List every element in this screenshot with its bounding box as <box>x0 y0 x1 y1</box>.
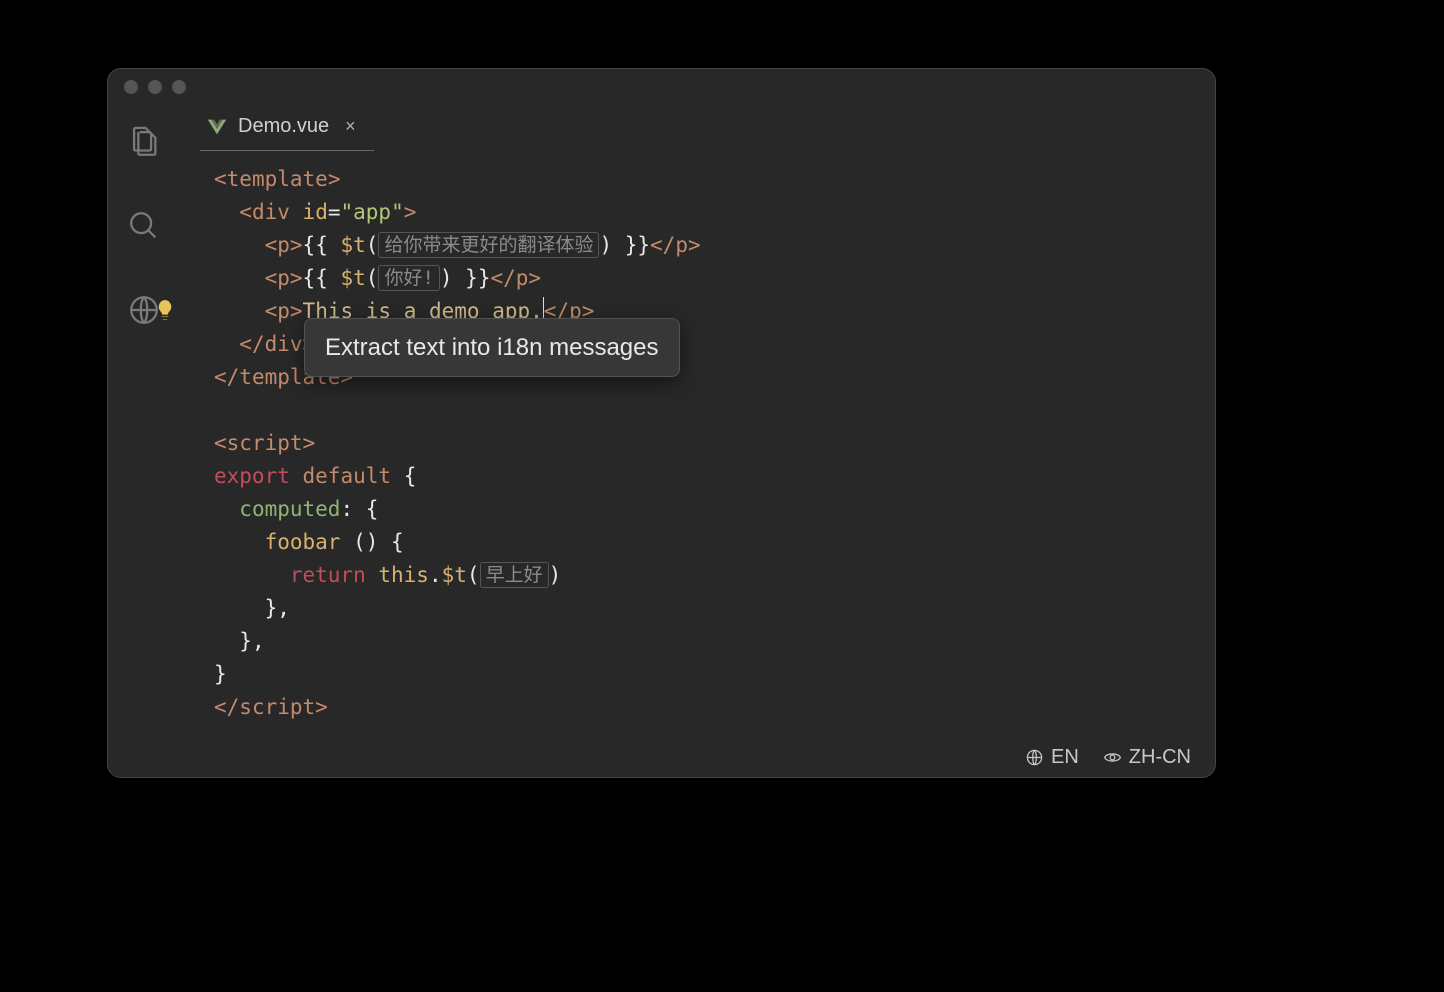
quickfix-menu-item[interactable]: Extract text into i18n messages <box>304 318 680 377</box>
tab-bar: Demo.vue × <box>180 105 1215 151</box>
lightbulb-icon[interactable] <box>152 297 178 323</box>
display-lang-label: ZH-CN <box>1129 746 1191 769</box>
eye-icon <box>1103 748 1122 767</box>
i18n-hint-2[interactable]: 你好! <box>378 265 439 291</box>
status-source-locale[interactable]: EN <box>1025 746 1079 769</box>
titlebar <box>108 69 1215 105</box>
vue-file-icon <box>206 116 228 138</box>
main-area: Demo.vue × <template> <div id="app"> <p>… <box>180 105 1215 777</box>
tab-filename: Demo.vue <box>238 115 329 138</box>
tab-demo-vue[interactable]: Demo.vue × <box>200 105 374 151</box>
template-open-tag: template <box>227 167 328 191</box>
div-open-tag: div <box>252 200 290 224</box>
script-open-tag: script <box>227 431 303 455</box>
maximize-window-button[interactable] <box>172 80 186 94</box>
tab-close-icon[interactable]: × <box>345 116 356 137</box>
source-lang-label: EN <box>1051 746 1079 769</box>
status-bar: EN ZH-CN <box>180 737 1215 777</box>
i18n-hint-3[interactable]: 早上好 <box>480 562 549 588</box>
code-editor[interactable]: <template> <div id="app"> <p>{{ $t(给你带来更… <box>180 151 1215 737</box>
activity-bar <box>108 105 180 777</box>
explorer-icon[interactable] <box>127 125 161 159</box>
editor-window: Demo.vue × <template> <div id="app"> <p>… <box>107 68 1216 778</box>
editor-body: Demo.vue × <template> <div id="app"> <p>… <box>108 105 1215 777</box>
search-icon[interactable] <box>127 209 161 243</box>
status-display-locale[interactable]: ZH-CN <box>1103 746 1191 769</box>
globe-small-icon <box>1025 748 1044 767</box>
i18n-hint-1[interactable]: 给你带来更好的翻译体验 <box>378 232 599 258</box>
close-window-button[interactable] <box>124 80 138 94</box>
minimize-window-button[interactable] <box>148 80 162 94</box>
